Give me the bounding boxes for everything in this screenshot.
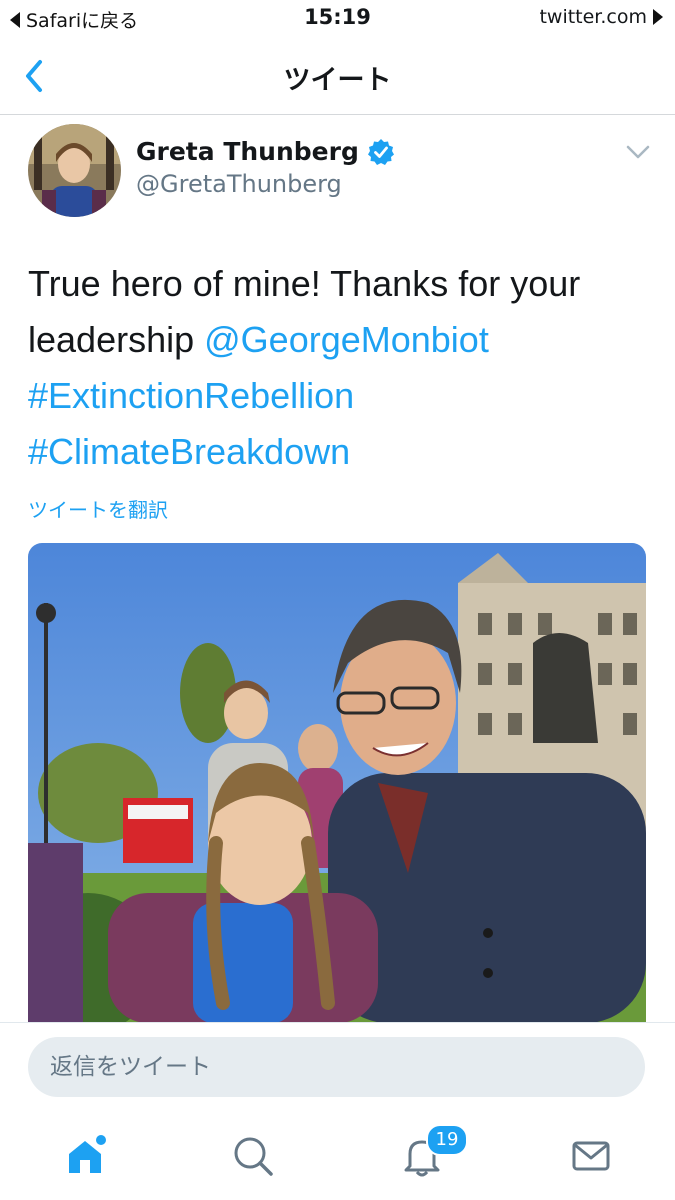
- avatar[interactable]: [28, 124, 121, 217]
- tab-messages[interactable]: [561, 1126, 621, 1186]
- author-name[interactable]: Greta Thunberg: [136, 137, 359, 166]
- reply-input[interactable]: [28, 1037, 645, 1097]
- status-site-label: twitter.com: [539, 6, 647, 28]
- search-icon: [234, 1137, 273, 1176]
- verified-badge-icon: [367, 138, 394, 165]
- hashtag-link[interactable]: #ClimateBreakdown: [28, 431, 350, 472]
- status-bar: Safariに戻る 15:19 twitter.com: [0, 0, 675, 36]
- hashtag-link[interactable]: #ExtinctionRebellion: [28, 375, 354, 416]
- status-site[interactable]: twitter.com: [539, 6, 663, 28]
- mail-icon: [572, 1141, 610, 1171]
- home-icon: [69, 1135, 106, 1173]
- mention-link[interactable]: @GeorgeMonbiot: [204, 319, 489, 360]
- avatar-image: [28, 124, 121, 217]
- tab-home[interactable]: [55, 1126, 115, 1186]
- photo-image: [28, 543, 646, 1023]
- reply-bar: [0, 1022, 675, 1113]
- tab-search[interactable]: [223, 1126, 283, 1186]
- translate-tweet-link[interactable]: ツイートを翻訳: [28, 494, 168, 523]
- tweet-text: True hero of mine! Thanks for your leade…: [28, 256, 648, 480]
- nav-bar: ツイート: [0, 40, 675, 115]
- tweet-photo[interactable]: [28, 543, 646, 1023]
- chevron-down-icon[interactable]: [624, 142, 652, 162]
- forward-triangle-icon: [653, 9, 663, 25]
- tab-bar: 19: [0, 1112, 675, 1200]
- author-handle[interactable]: @GretaThunberg: [136, 170, 342, 198]
- page-title: ツイート: [283, 65, 392, 96]
- notification-count-badge: 19: [426, 1124, 468, 1156]
- author-row[interactable]: Greta Thunberg: [136, 137, 395, 166]
